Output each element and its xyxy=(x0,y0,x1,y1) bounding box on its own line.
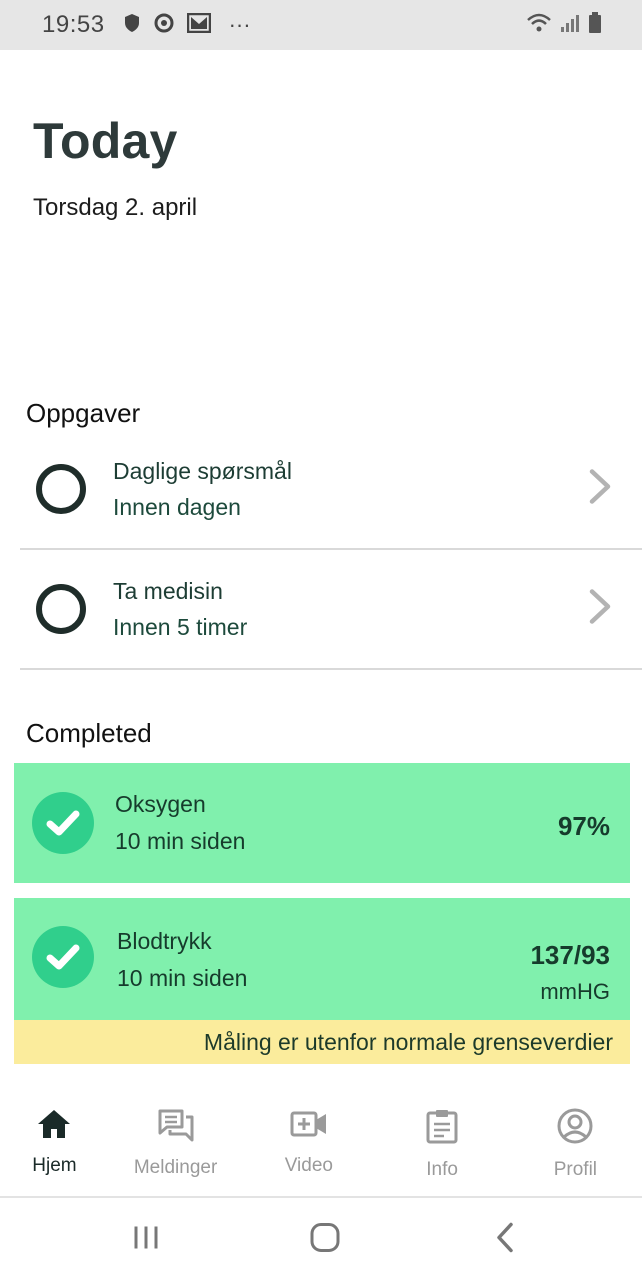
home-button-icon[interactable] xyxy=(309,1222,341,1259)
battery-icon xyxy=(588,11,602,39)
page-header: Today Torsdag 2. april xyxy=(33,112,197,222)
gmail-icon xyxy=(186,12,211,38)
task-title: Ta medisin xyxy=(113,577,223,604)
task-status-circle-icon xyxy=(36,464,86,514)
tab-info[interactable]: Info xyxy=(375,1090,508,1196)
task-item[interactable]: Daglige spørsmål Innen dagen xyxy=(20,430,642,550)
vpn-icon xyxy=(153,12,175,39)
check-icon xyxy=(32,926,94,988)
tab-hjem[interactable]: Hjem xyxy=(0,1090,109,1196)
tab-meldinger[interactable]: Meldinger xyxy=(109,1090,242,1196)
tasks-section-title: Oppgaver xyxy=(26,398,141,428)
completed-title: Blodtrykk xyxy=(117,928,212,954)
chevron-right-icon xyxy=(588,589,612,630)
completed-value: 137/93 xyxy=(530,940,610,970)
page-date: Torsdag 2. april xyxy=(33,194,198,221)
completed-subtitle: 10 min siden xyxy=(115,828,246,854)
task-status-circle-icon xyxy=(36,584,86,634)
video-icon xyxy=(290,1108,328,1145)
tab-label: Meldinger xyxy=(133,1157,218,1178)
completed-section-title: Completed xyxy=(26,718,152,748)
wifi-icon xyxy=(526,12,552,39)
tab-label: Info xyxy=(426,1159,458,1180)
bottom-tab-bar: Hjem Meldinger Video Info Profil xyxy=(0,1090,642,1198)
task-item[interactable]: Ta medisin Innen 5 timer xyxy=(20,550,642,670)
status-time: 19:53 xyxy=(42,11,105,38)
home-icon xyxy=(36,1108,72,1145)
completed-unit: mmHG xyxy=(540,979,610,1004)
recent-apps-icon[interactable] xyxy=(131,1224,161,1257)
chevron-right-icon xyxy=(588,469,612,510)
task-subtitle: Innen 5 timer xyxy=(113,613,248,640)
check-icon xyxy=(32,792,94,854)
shield-icon xyxy=(123,13,141,38)
tab-video[interactable]: Video xyxy=(242,1090,375,1196)
warning-banner: Måling er utenfor normale grenseverdier xyxy=(14,1020,630,1064)
task-subtitle: Innen dagen xyxy=(113,493,241,520)
tab-label: Profil xyxy=(553,1159,598,1180)
back-icon[interactable] xyxy=(494,1222,516,1259)
task-title: Daglige spørsmål xyxy=(113,457,292,484)
tab-label: Hjem xyxy=(32,1155,77,1176)
signal-icon xyxy=(560,13,580,38)
completed-item-oxygen[interactable]: Oksygen 10 min siden 97% xyxy=(14,763,630,883)
system-nav-bar xyxy=(0,1200,642,1280)
completed-value: 97% xyxy=(557,811,610,841)
tab-profil[interactable]: Profil xyxy=(509,1090,642,1196)
more-icon: ··· xyxy=(228,12,251,37)
completed-title: Oksygen xyxy=(115,791,206,817)
completed-subtitle: 10 min siden xyxy=(117,965,248,991)
completed-item-blood-pressure[interactable]: Blodtrykk 10 min siden 137/93 mmHG xyxy=(14,898,630,1020)
status-bar: 19:53 ··· xyxy=(0,0,642,50)
messages-icon xyxy=(157,1108,195,1147)
clipboard-icon xyxy=(425,1108,459,1149)
profile-icon xyxy=(556,1108,594,1149)
page-title: Today xyxy=(33,113,178,169)
tab-label: Video xyxy=(284,1155,333,1176)
